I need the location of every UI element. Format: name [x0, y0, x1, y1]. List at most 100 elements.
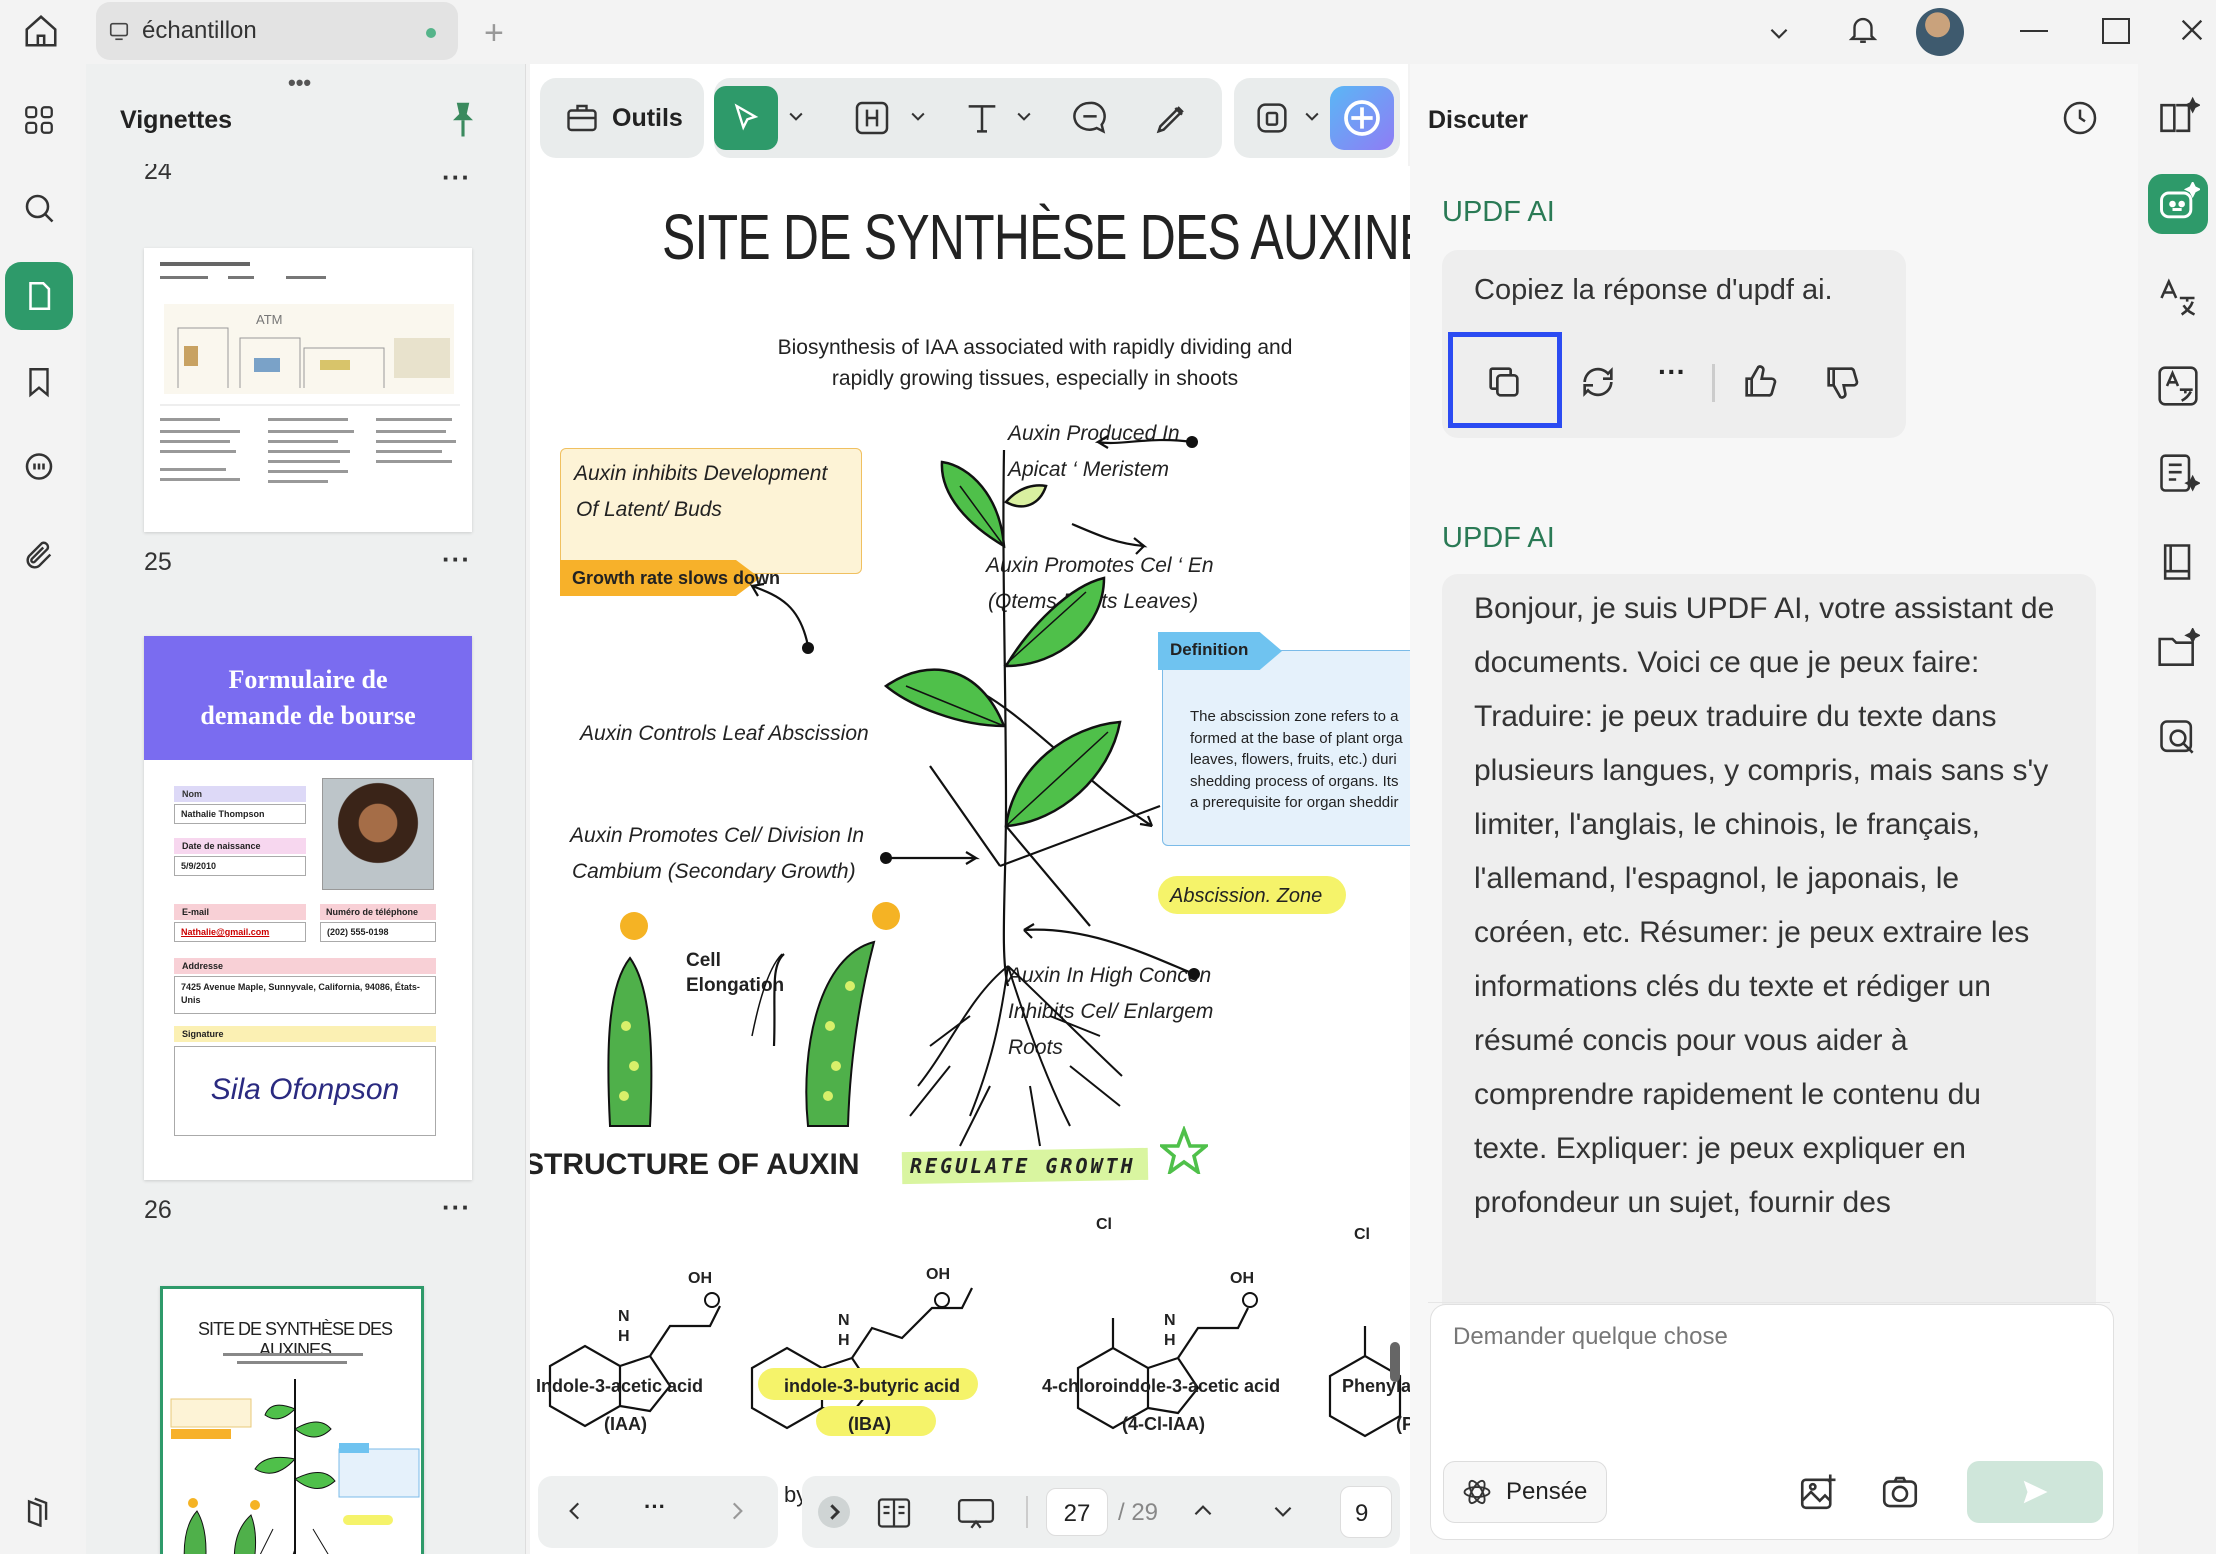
expand-toolbar-icon[interactable]	[818, 1496, 850, 1528]
message-line: Traduire: je peux traduire du texte dans	[1474, 700, 1997, 733]
page-25-more-button[interactable]: ···	[442, 544, 471, 575]
heading-chevron-icon[interactable]	[908, 106, 928, 126]
reader-icon[interactable]	[2148, 532, 2208, 592]
minimize-button[interactable]	[2020, 30, 2048, 32]
vertical-scrollbar[interactable]	[1390, 1342, 1400, 1382]
form-label-nom: Nom	[174, 786, 306, 802]
screenshot-icon[interactable]	[1879, 1471, 1921, 1513]
select-tool-button[interactable]	[714, 86, 778, 150]
thumbs-down-icon[interactable]	[1822, 362, 1862, 402]
avatar[interactable]	[1916, 8, 1964, 56]
stamp-tool-icon[interactable]	[1252, 98, 1292, 138]
book-ai-icon[interactable]	[2148, 88, 2208, 148]
page-thumbnail-27[interactable]: SITE DE SYNTHÈSE DES AUXINES STRUCTURE O…	[160, 1286, 424, 1554]
chat-message-1: Copiez la réponse d'updf ai. ···	[1442, 250, 1906, 438]
message-more-button[interactable]: ···	[1658, 356, 1686, 388]
thumbnails-icon[interactable]	[5, 262, 73, 330]
copy-icon[interactable]	[1484, 362, 1524, 402]
divider	[1712, 364, 1715, 402]
unsaved-dot	[426, 28, 436, 38]
select-chevron-icon[interactable]	[786, 106, 806, 126]
molecule-name-iaa: Indole-3-acetic acid	[536, 1376, 704, 1396]
maximize-button[interactable]	[2102, 18, 2130, 44]
divider	[1026, 1496, 1028, 1528]
document-tab[interactable]: échantillon	[96, 2, 458, 60]
panel-drag-handle[interactable]: •••	[288, 70, 311, 96]
thumbs-up-icon[interactable]	[1740, 362, 1780, 402]
ai-chat-icon[interactable]	[2148, 174, 2208, 234]
atom-oh-2: OH	[926, 1266, 950, 1283]
close-icon[interactable]	[2178, 16, 2206, 44]
new-tab-button[interactable]: +	[484, 14, 504, 53]
presentation-icon[interactable]	[956, 1496, 996, 1532]
chat-input-area: Demander quelque chose Pensée	[1430, 1304, 2114, 1540]
next-page-icon[interactable]	[724, 1498, 750, 1524]
ocr-translate-icon[interactable]	[2148, 356, 2208, 416]
message-line: résumé concis pour vous aider à	[1474, 1024, 1908, 1057]
heading-tool-icon[interactable]	[852, 98, 892, 138]
pen-tool-icon[interactable]	[1152, 98, 1192, 138]
form-header: Formulaire de demande de bourse	[144, 636, 472, 760]
folder-ai-icon[interactable]	[2148, 620, 2208, 680]
image-upload-icon[interactable]	[1797, 1471, 1839, 1513]
ai-assistant-button[interactable]	[1330, 86, 1394, 150]
page-thumbnail-24[interactable]: ATM	[144, 248, 472, 532]
molecule-abbr-iaa: (IAA)	[604, 1414, 647, 1434]
grid-view-icon[interactable]	[5, 86, 73, 154]
message-line: coréen, etc. Résumer: je peux extraire l…	[1474, 916, 2030, 949]
page-24-more-button[interactable]: ···	[442, 162, 471, 193]
page-nav-main: 27 / 29 9	[802, 1476, 1400, 1548]
form-value-phone: (202) 555-0198	[320, 922, 436, 942]
home-icon[interactable]	[22, 12, 60, 50]
summary-icon[interactable]	[2148, 444, 2208, 504]
regenerate-icon[interactable]	[1578, 362, 1618, 402]
divider	[1428, 1302, 2110, 1303]
zoom-input[interactable]: 9	[1340, 1486, 1392, 1538]
atom-n-1: N	[618, 1308, 630, 1325]
main-toolbar: Outils	[540, 78, 1400, 158]
page-thumbnail-25[interactable]: Formulaire de demande de bourse Nom Nath…	[144, 636, 472, 1180]
nav-more-button[interactable]: ···	[644, 1494, 666, 1520]
atom-cl-2: Cl	[1354, 1226, 1370, 1243]
chat-panel: Discuter UPDF AI Copiez la réponse d'upd…	[1410, 64, 2138, 1554]
message-line: Bonjour, je suis UPDF AI, votre assistan…	[1474, 592, 2055, 625]
chat-input[interactable]: Demander quelque chose	[1453, 1323, 1728, 1351]
search-ai-icon[interactable]	[2148, 708, 2208, 768]
pin-icon[interactable]	[448, 100, 478, 138]
thumbnails-panel: ••• Vignettes 24 ··· ATM 25 ··· Formulai…	[86, 64, 526, 1554]
attachment-icon[interactable]	[5, 522, 73, 590]
bell-icon[interactable]	[1846, 12, 1880, 46]
history-icon[interactable]	[2060, 98, 2100, 138]
search-icon[interactable]	[5, 174, 73, 242]
tools-button[interactable]: Outils	[540, 78, 704, 158]
page-down-icon[interactable]	[1270, 1498, 1296, 1524]
form-label-address: Addresse	[174, 958, 436, 974]
translate-icon[interactable]	[2148, 268, 2208, 328]
text-tool-icon[interactable]	[962, 98, 1002, 138]
annotation-tool-group	[714, 78, 1222, 158]
bookmark-icon[interactable]	[5, 348, 73, 416]
message-line: l'allemand, l'espagnol, le japonais, le	[1474, 862, 1960, 895]
comment-tool-icon[interactable]	[1070, 98, 1110, 138]
prev-page-icon[interactable]	[562, 1498, 588, 1524]
page-26-more-button[interactable]: ···	[442, 1192, 471, 1223]
reading-mode-icon[interactable]	[876, 1496, 912, 1530]
page-up-icon[interactable]	[1190, 1498, 1216, 1524]
chat-message-2: Bonjour, je suis UPDF AI, votre assistan…	[1442, 574, 2096, 1314]
chevron-down-icon[interactable]	[1766, 20, 1792, 46]
page-number-25: 25	[144, 548, 172, 576]
chat-title: Discuter	[1428, 106, 1529, 134]
chat-message-2-text: Bonjour, je suis UPDF AI, votre assistan…	[1474, 582, 2054, 1230]
layers-icon[interactable]	[5, 1476, 73, 1544]
stamp-chevron-icon[interactable]	[1302, 106, 1322, 126]
text-chevron-icon[interactable]	[1014, 106, 1034, 126]
comment-icon[interactable]	[5, 434, 73, 502]
molecule-abbr-phenyl: (P	[1396, 1414, 1410, 1434]
form-label-signature: Signature	[174, 1026, 436, 1042]
send-button[interactable]	[1967, 1461, 2103, 1523]
thinking-button[interactable]: Pensée	[1443, 1461, 1607, 1523]
form-value-address: 7425 Avenue Maple, Sunnyvale, California…	[174, 976, 436, 1014]
message-line: plusieurs langues, y compris, mais sans …	[1474, 754, 2049, 787]
current-page-input[interactable]: 27	[1046, 1488, 1108, 1536]
atom-oh-1: OH	[688, 1270, 712, 1287]
